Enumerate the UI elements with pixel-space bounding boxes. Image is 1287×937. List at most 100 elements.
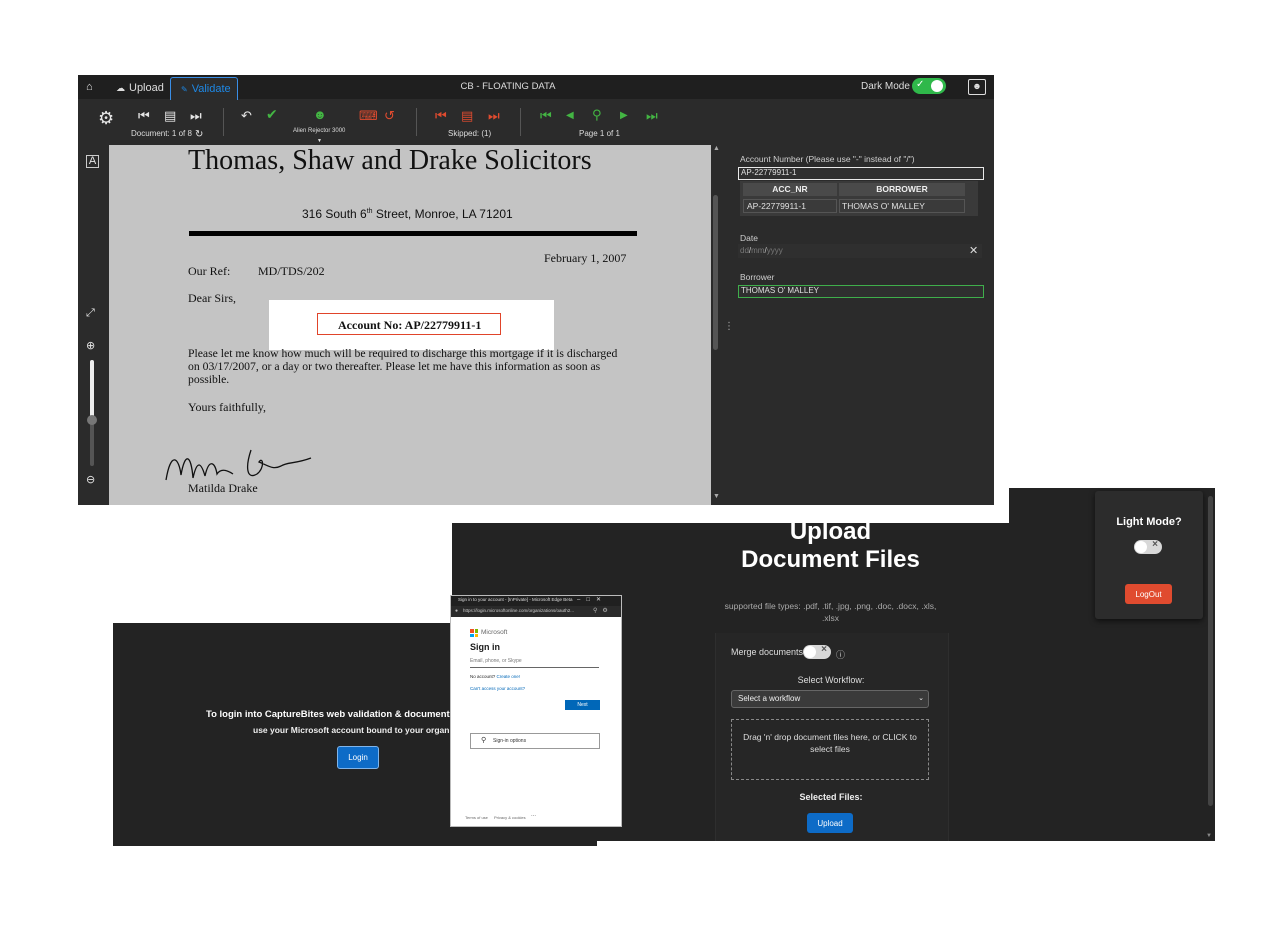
merge-label: Merge documents?	[731, 647, 809, 657]
salutation: Dear Sirs,	[188, 291, 236, 305]
microsoft-brand: Microsoft	[481, 629, 508, 636]
letterhead-rule	[189, 231, 637, 236]
viewer-scroll-thumb[interactable]	[713, 195, 718, 350]
check-icon: ✓	[916, 79, 925, 90]
letterhead-address: 316 South 6th Street, Monroe, LA 71201	[302, 207, 513, 221]
last-skipped-icon[interactable]: ⏭	[488, 109, 500, 122]
letter-date: February 1, 2007	[544, 251, 627, 265]
lookup-table: ACC_NR BORROWER AP-22779911-1 THOMAS O' …	[740, 181, 978, 216]
login-button[interactable]: Login	[337, 746, 379, 769]
viewer-scrollbar[interactable]: ▲ ▼	[711, 145, 721, 505]
no-account-text: No account? Create one!	[470, 674, 521, 679]
lock-icon: ●	[455, 608, 459, 614]
first-skipped-icon[interactable]: ⏮	[435, 109, 447, 122]
document-viewer[interactable]: Thomas, Shaw and Drake Solicitors 316 So…	[109, 145, 711, 505]
account-number-input[interactable]: AP-22779911-1	[738, 167, 984, 180]
refresh-clock-icon[interactable]: ↻	[195, 128, 203, 141]
microsoft-logo-icon	[470, 629, 478, 637]
scroll-up-icon[interactable]: ▲	[713, 145, 720, 152]
reset-icon[interactable]: ↺	[384, 109, 395, 122]
login-instructions: use your Microsoft account bound to your…	[253, 725, 457, 735]
light-mode-toggle[interactable]: ×	[1134, 539, 1162, 554]
upload-button[interactable]: Upload	[807, 813, 853, 833]
dropzone-text: Drag 'n' drop document files here, or CL…	[743, 732, 917, 742]
closing: Yours faithfully,	[188, 400, 267, 414]
skipped-stack-icon[interactable]: ▤	[461, 109, 473, 122]
text-select-icon[interactable]: A	[86, 155, 99, 168]
body-line: possible.	[188, 373, 230, 386]
window-controls-icon[interactable]: –□✕	[577, 596, 607, 603]
popup-titlebar: Sign in to your account - [InPrivate] - …	[451, 596, 621, 606]
document-counter: Document: 1 of 8	[131, 129, 192, 138]
delete-icon[interactable]: ⌨	[359, 109, 378, 122]
terms-link[interactable]: Terms of use	[465, 815, 488, 820]
pin-icon[interactable]: ⚲	[592, 108, 602, 121]
toggle-knob	[804, 646, 816, 658]
zoom-slider-track[interactable]	[87, 360, 97, 466]
workflow-select[interactable]: Select a workflow ⌄	[731, 690, 929, 708]
account-number-label: Account Number (Please use "-" instead o…	[740, 154, 915, 164]
borrower-input[interactable]: THOMAS O' MALLEY	[738, 285, 984, 298]
create-account-link[interactable]: Create one!	[497, 674, 521, 679]
toolbar-divider	[223, 108, 224, 136]
validate-app-window: ⌂ ☁ Upload ✎ Validate CB - FLOATING DATA…	[78, 75, 994, 505]
email-input[interactable]: Email, phone, or Skype	[470, 658, 599, 668]
first-page-icon[interactable]: ⏮	[540, 109, 552, 122]
dropzone-text: select files	[810, 744, 850, 754]
signin-options-button[interactable]: ⚲ Sign-in options	[470, 733, 600, 749]
file-dropzone[interactable]: Drag 'n' drop document files here, or CL…	[731, 719, 929, 780]
logout-button[interactable]: LogOut	[1125, 584, 1172, 604]
dark-mode-label: Dark Mode	[861, 81, 910, 92]
prev-page-icon[interactable]: ◀	[566, 109, 574, 122]
next-page-icon[interactable]: ▶	[620, 109, 628, 122]
table-cell[interactable]: AP-22779911-1	[743, 199, 837, 213]
our-ref-label: Our Ref:	[188, 264, 231, 278]
info-icon[interactable]: ⓘ	[836, 648, 845, 661]
clear-date-icon[interactable]: ✕	[969, 244, 978, 257]
document-stack-icon[interactable]: ▤	[164, 109, 176, 122]
our-ref-value: MD/TDS/202	[258, 264, 325, 278]
more-options-icon[interactable]: ...	[531, 812, 536, 818]
upload-scrollbar[interactable]	[1208, 496, 1213, 806]
borrower-label: Borrower	[740, 272, 775, 282]
panel-resize-handle[interactable]: ⋮	[724, 321, 734, 332]
undo-icon[interactable]: ↶	[241, 109, 252, 122]
privacy-link[interactable]: Privacy & cookies	[494, 815, 526, 820]
signin-heading: Sign in	[470, 642, 500, 652]
toolbar-divider	[520, 108, 521, 136]
fit-screen-icon[interactable]: ⤢	[86, 307, 95, 320]
scroll-down-icon[interactable]: ▼	[1206, 833, 1212, 839]
date-label: Date	[740, 233, 758, 243]
next-button[interactable]: Next	[565, 700, 600, 710]
signin-options-label: Sign-in options	[493, 738, 527, 744]
zoom-slider-fill	[90, 360, 94, 418]
app-title: CB - FLOATING DATA	[460, 81, 556, 92]
x-icon: ×	[1152, 539, 1158, 550]
browser-tools-icon[interactable]: ⚲⚙	[593, 607, 613, 614]
last-document-icon[interactable]: ⏭	[190, 109, 202, 122]
cant-access-link[interactable]: Can't access your account?	[470, 686, 525, 691]
selected-files-label: Selected Files:	[799, 792, 863, 802]
user-profile-icon[interactable]: ☻	[968, 79, 986, 95]
zoom-in-icon[interactable]: ⊕	[86, 340, 95, 353]
skipped-counter: Skipped: (1)	[448, 129, 492, 138]
last-page-icon[interactable]: ⏭	[646, 109, 658, 122]
microsoft-signin-popup: Sign in to your account - [InPrivate] - …	[450, 595, 622, 827]
alien-icon[interactable]: ☻	[313, 108, 327, 121]
light-mode-label: Light Mode?	[1116, 516, 1182, 528]
login-instructions: To login into CaptureBites web validatio…	[206, 709, 450, 720]
popup-url: https://login.microsoftonline.com/organi…	[463, 608, 575, 613]
merge-toggle[interactable]: ×	[803, 644, 831, 659]
first-document-icon[interactable]: ⏮	[138, 109, 150, 122]
rejector-label: Alien Rejector 3000	[293, 128, 346, 134]
chevron-down-icon: ⌄	[918, 695, 924, 702]
settings-gear-icon[interactable]: ⚙	[98, 109, 114, 127]
dark-mode-toggle[interactable]: ✓	[912, 78, 946, 94]
user-menu-card: Light Mode? × LogOut	[1095, 491, 1203, 619]
table-cell[interactable]: THOMAS O' MALLEY	[839, 199, 965, 213]
approve-check-icon[interactable]: ✔	[266, 107, 278, 121]
zoom-out-icon[interactable]: ⊖	[86, 474, 95, 487]
table-header-acc-nr: ACC_NR	[743, 183, 837, 196]
date-input[interactable]: dd/mm/yyyy	[738, 244, 982, 258]
zoom-slider-handle[interactable]	[87, 415, 97, 425]
